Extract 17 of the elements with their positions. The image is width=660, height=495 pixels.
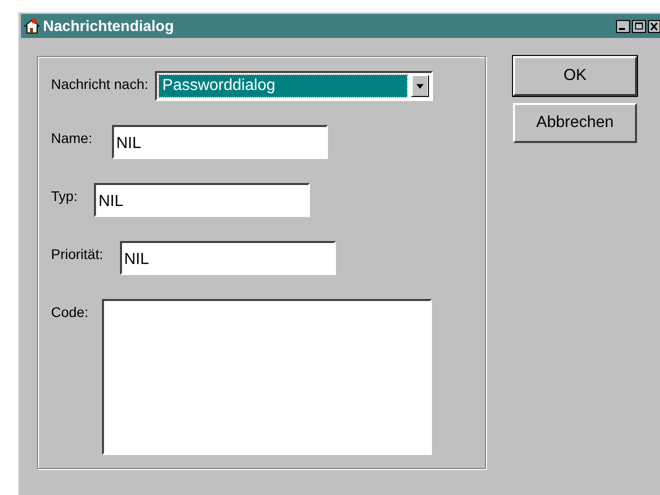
input-field[interactable]: NIL: [94, 183, 310, 217]
window-title: Nachrichtendialog: [43, 18, 175, 34]
recipient-label: Nachricht nach:: [51, 75, 148, 92]
field-label: Priorität:: [51, 245, 104, 262]
minimize-icon[interactable]: [616, 20, 630, 32]
field-label: Code:: [51, 303, 88, 320]
field-label: Typ:: [51, 187, 78, 204]
house-icon: [24, 18, 40, 34]
input-field[interactable]: NIL: [120, 241, 336, 275]
close-icon[interactable]: [648, 20, 660, 32]
cancel-button[interactable]: Abbrechen: [513, 103, 637, 143]
ok-button[interactable]: OK: [513, 56, 637, 96]
field-label: Name:: [51, 129, 92, 146]
recipient-dropdown[interactable]: Passworddialog: [155, 71, 434, 101]
input-field[interactable]: NIL: [112, 125, 328, 159]
dropdown-arrow-icon[interactable]: [411, 75, 430, 97]
maximize-icon[interactable]: [632, 20, 646, 32]
